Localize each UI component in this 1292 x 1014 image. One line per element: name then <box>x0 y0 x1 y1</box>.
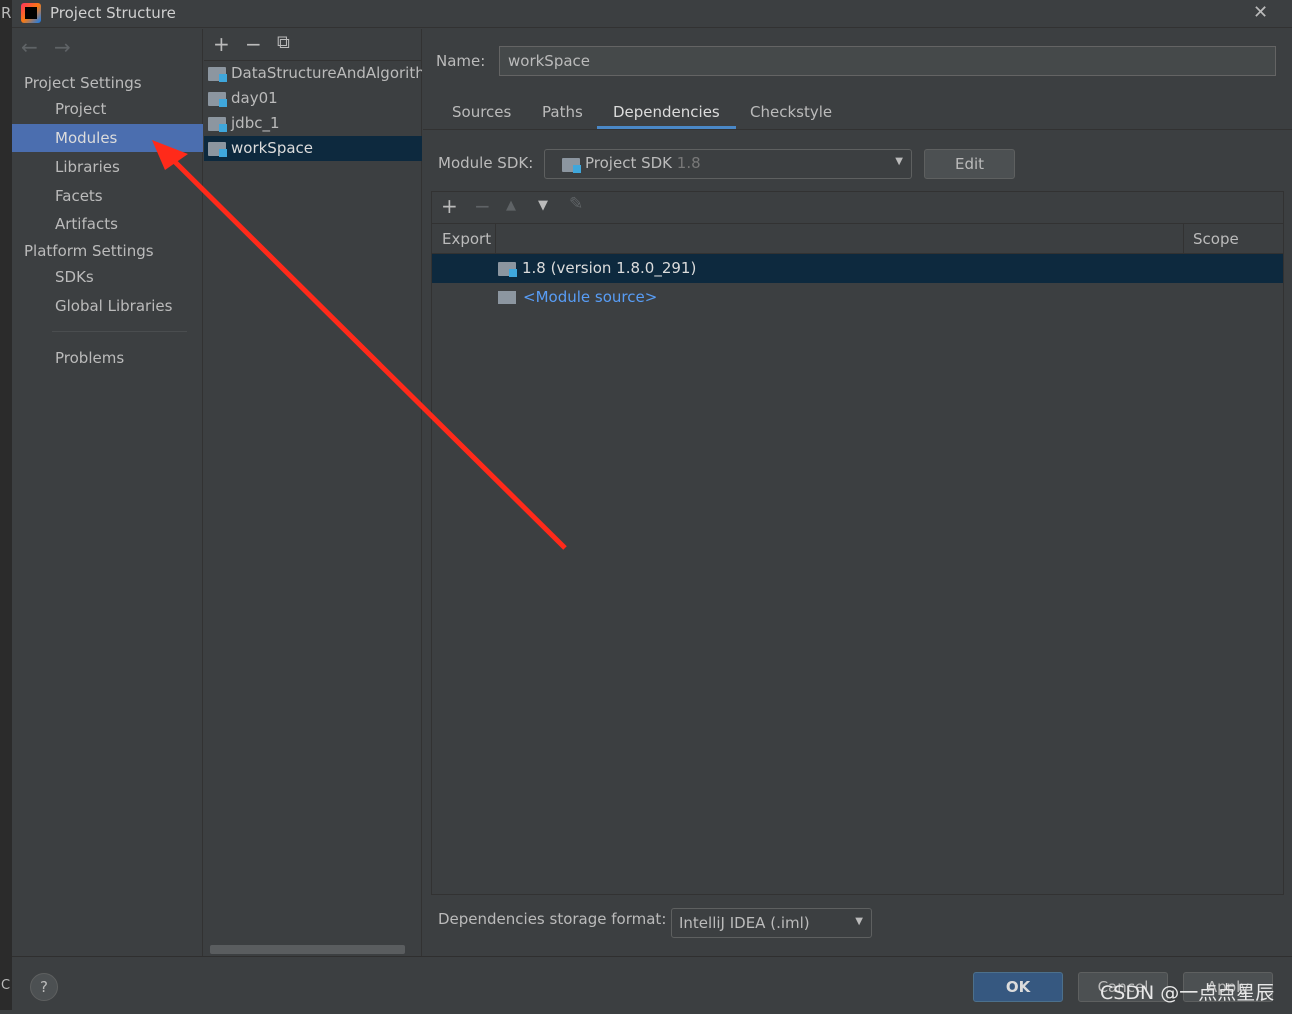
sidebar-item-global-libraries[interactable]: Global Libraries <box>12 292 203 320</box>
edit-sdk-button[interactable]: Edit <box>924 149 1015 179</box>
module-source-icon <box>498 291 516 304</box>
table-row[interactable]: <Module source> <box>432 283 1283 312</box>
module-folder-icon <box>208 67 227 82</box>
sdk-folder-icon <box>562 158 581 173</box>
module-item[interactable]: DataStructureAndAlgorith <box>204 61 422 86</box>
module-details: Name: workSpace Sources Paths Dependenci… <box>423 29 1292 956</box>
name-label: Name: <box>436 52 486 70</box>
copy-module-icon[interactable]: ⧉ <box>277 32 290 53</box>
back-icon[interactable]: ← <box>21 35 38 59</box>
module-label: jdbc_1 <box>231 114 280 132</box>
module-item[interactable]: day01 <box>204 86 422 111</box>
sidebar-item-sdks[interactable]: SDKs <box>12 263 203 291</box>
column-export[interactable]: Export <box>442 230 491 248</box>
edit-dependency-icon[interactable]: ✎ <box>569 194 583 214</box>
tab-sources[interactable]: Sources <box>436 99 527 129</box>
move-down-icon[interactable]: ▼ <box>538 198 548 213</box>
ok-button[interactable]: OK <box>973 972 1063 1002</box>
add-module-icon[interactable]: + <box>213 32 230 56</box>
modules-panel: + − ⧉ DataStructureAndAlgorith day01 jdb… <box>204 29 422 956</box>
sidebar-item-artifacts[interactable]: Artifacts <box>12 210 203 238</box>
footer: ? OK Cancel Apply CSDN @一点点星辰 <box>12 956 1292 1010</box>
sidebar: ← → Project Settings Project Modules Lib… <box>12 29 203 956</box>
storage-format-value: IntelliJ IDEA (.iml) <box>679 914 810 932</box>
module-label: workSpace <box>231 139 314 157</box>
chevron-down-icon: ▼ <box>895 156 903 167</box>
intellij-logo-icon <box>21 3 41 23</box>
module-folder-icon <box>208 92 227 107</box>
tab-dependencies[interactable]: Dependencies <box>597 99 736 129</box>
ide-letter: C <box>1 978 11 993</box>
help-button[interactable]: ? <box>30 973 58 1001</box>
storage-format-label: Dependencies storage format: <box>438 910 667 928</box>
tab-paths[interactable]: Paths <box>526 99 599 129</box>
sidebar-item-problems[interactable]: Problems <box>12 344 203 372</box>
module-item-selected[interactable]: workSpace <box>204 136 422 161</box>
ide-letter: R <box>1 4 12 22</box>
module-folder-icon <box>208 142 227 157</box>
name-input[interactable]: workSpace <box>499 46 1276 76</box>
sidebar-item-project[interactable]: Project <box>12 95 203 123</box>
chevron-down-icon: ▼ <box>855 916 863 927</box>
section-project-settings: Project Settings <box>24 74 142 92</box>
remove-dependency-icon[interactable]: − <box>474 194 491 218</box>
ide-background: R C <box>0 0 12 1010</box>
remove-module-icon[interactable]: − <box>245 32 262 56</box>
sidebar-item-libraries[interactable]: Libraries <box>12 153 203 181</box>
sidebar-item-facets[interactable]: Facets <box>12 182 203 210</box>
sdk-version: 1.8 <box>676 154 701 172</box>
close-icon[interactable]: ✕ <box>1253 2 1268 23</box>
module-sdk-dropdown[interactable]: Project SDK 1.8 ▼ <box>544 149 912 179</box>
dependency-label: 1.8 (version 1.8.0_291) <box>522 259 697 277</box>
divider <box>52 331 187 332</box>
sidebar-item-modules[interactable]: Modules <box>12 124 203 152</box>
dependencies-table: + − ▲ ▼ ✎ Export Scope 1.8 (version 1.8.… <box>431 191 1284 895</box>
add-dependency-icon[interactable]: + <box>441 194 458 218</box>
module-label: day01 <box>231 89 278 107</box>
sdk-value: Project SDK <box>585 154 672 172</box>
storage-format-dropdown[interactable]: IntelliJ IDEA (.iml) ▼ <box>671 908 872 938</box>
move-up-icon[interactable]: ▲ <box>506 198 516 213</box>
title-bar: Project Structure ✕ <box>12 0 1292 28</box>
forward-icon[interactable]: → <box>54 35 71 59</box>
module-folder-icon <box>208 117 227 132</box>
section-platform-settings: Platform Settings <box>24 242 154 260</box>
divider <box>423 129 1292 130</box>
sdk-folder-icon <box>498 262 517 277</box>
dependency-label: <Module source> <box>523 288 658 306</box>
tab-checkstyle[interactable]: Checkstyle <box>734 99 848 129</box>
horizontal-scrollbar[interactable] <box>210 945 405 954</box>
watermark: CSDN @一点点星辰 <box>1100 982 1275 1004</box>
module-item[interactable]: jdbc_1 <box>204 111 422 136</box>
column-scope[interactable]: Scope <box>1193 230 1239 248</box>
table-header: Export Scope <box>432 223 1283 254</box>
table-row-selected[interactable]: 1.8 (version 1.8.0_291) <box>432 254 1283 283</box>
window-title: Project Structure <box>50 4 176 22</box>
module-sdk-label: Module SDK: <box>438 154 534 172</box>
module-label: DataStructureAndAlgorith <box>231 64 422 82</box>
